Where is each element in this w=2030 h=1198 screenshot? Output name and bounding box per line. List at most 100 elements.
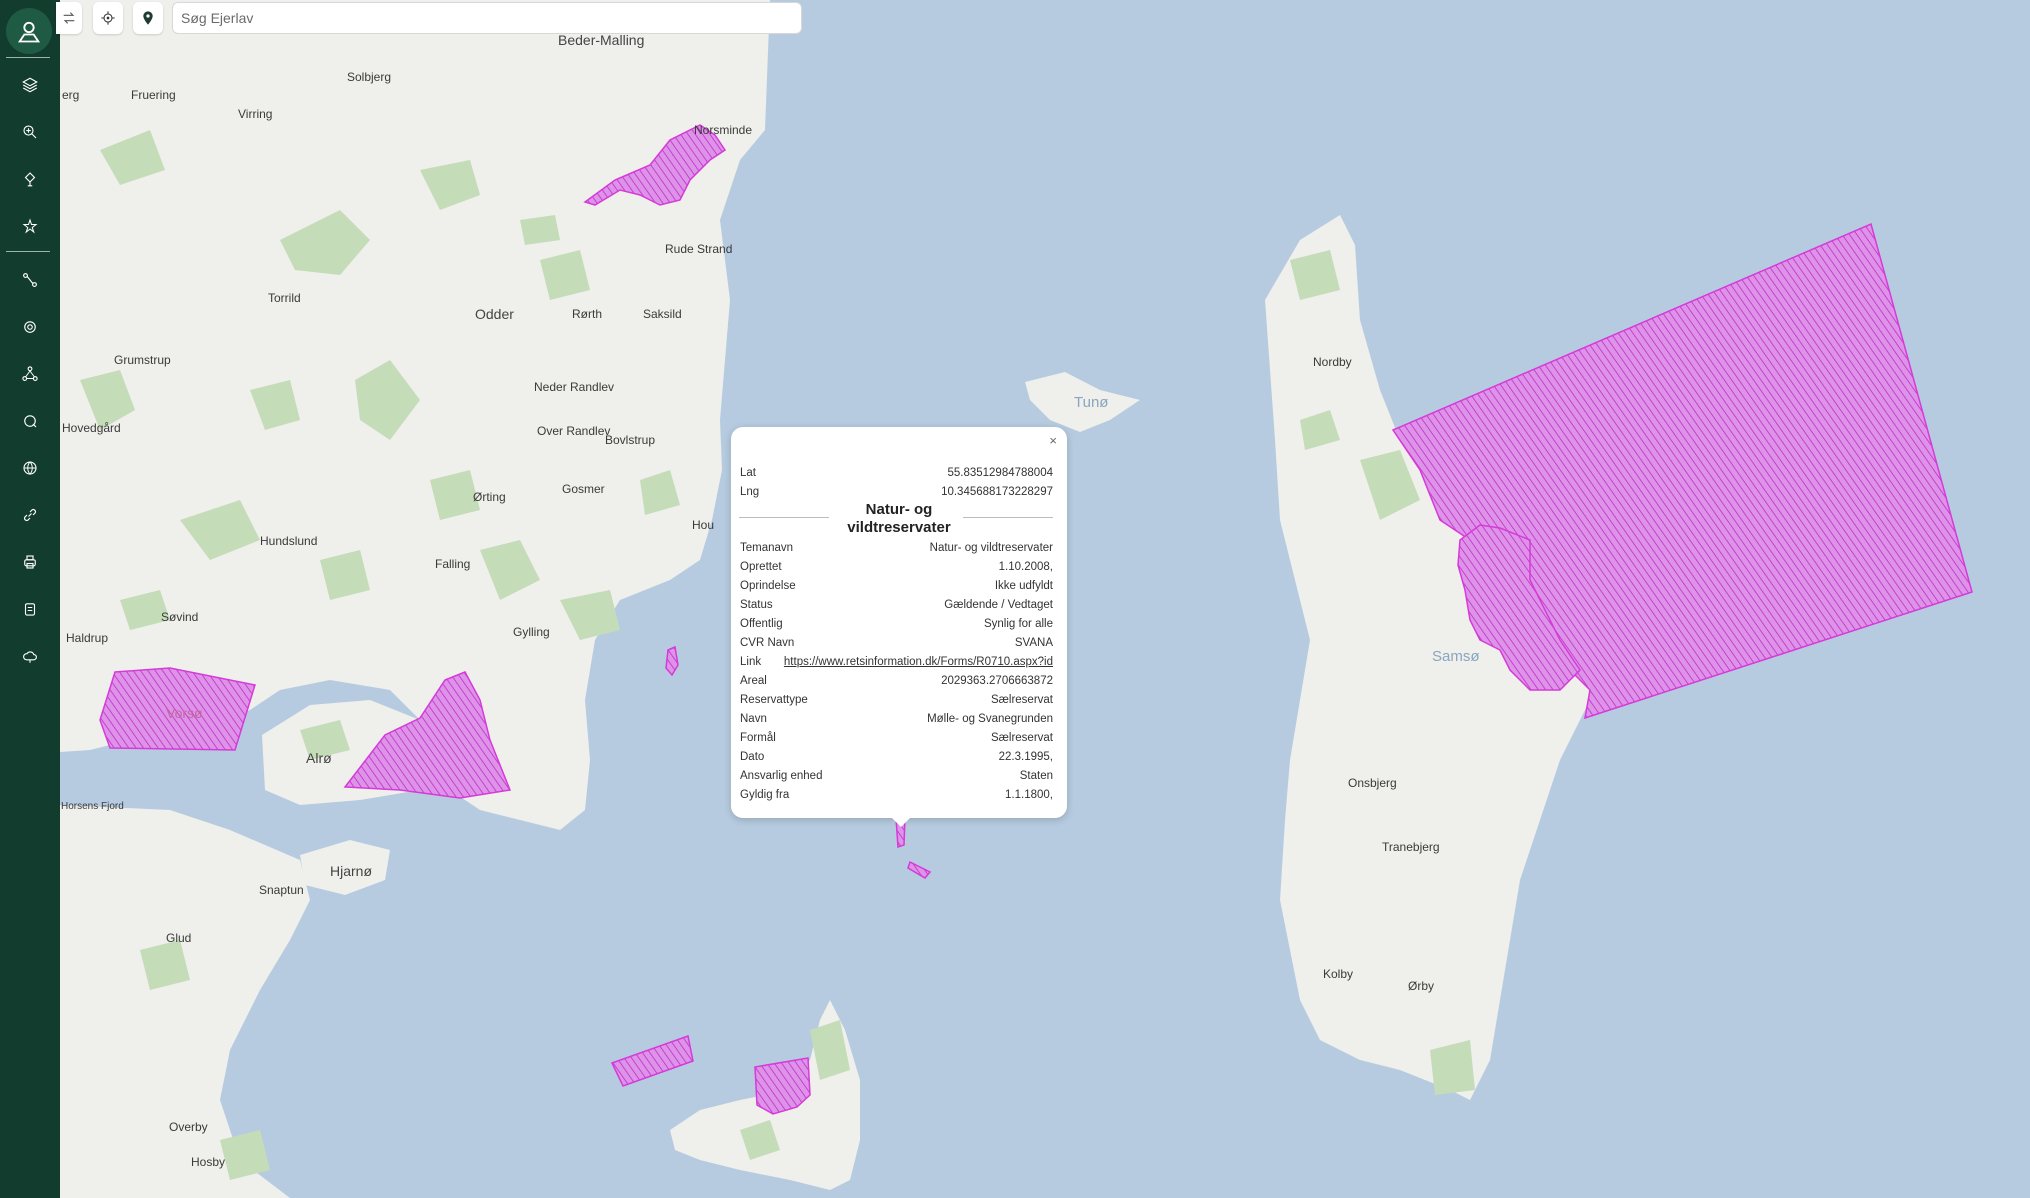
label-snaptun: Snaptun [259,883,304,897]
attr-row: Temanavn Natur- og vildtreservater [740,538,1053,557]
lng-row: Lng 10.345688173228297 [740,482,1053,501]
attr-row: Ansvarlig enhed Staten [740,766,1053,785]
map-pin-icon[interactable] [133,2,163,34]
network-icon[interactable] [14,358,46,390]
attr-key: Temanavn [740,541,794,554]
attr-key: Formål [740,731,776,744]
attr-value: Gældende / Vedtaget [944,598,1053,611]
label-virring: Virring [238,107,272,121]
collapse-arrows-icon[interactable] [56,2,82,34]
label-haldrup: Haldrup [66,631,108,645]
sidebar-divider [6,251,50,252]
attr-row: Oprindelse Ikke udfyldt [740,576,1053,595]
label-tranebjerg: Tranebjerg [1382,840,1440,854]
label-fruering: Fruering [131,88,176,102]
attr-key: Ansvarlig enhed [740,769,823,782]
label-solbjerg: Solbjerg [347,70,391,84]
label-glud: Glud [166,931,191,945]
attr-key: Areal [740,674,767,687]
label-rorth: Rørth [572,307,602,321]
attr-row: Offentlig Synlig for alle [740,614,1053,633]
label-hou: Hou [692,518,714,532]
label-orby: Ørby [1408,979,1434,993]
attr-value: Natur- og vildtreservater [929,541,1053,554]
clipboard-icon[interactable] [14,593,46,625]
star-list-icon[interactable] [14,210,46,242]
lat-label: Lat [740,466,756,479]
label-grumstrup: Grumstrup [114,353,171,367]
label-beder-malling: Beder-Malling [558,32,644,48]
popup-title-line2: vildtreservater [847,519,951,536]
label-hundslund: Hundslund [260,534,317,548]
route-icon[interactable] [14,264,46,296]
link-url[interactable]: https://www.retsinformation.dk/Forms/R07… [784,656,1053,668]
attr-key: Reservattype [740,693,808,706]
attr-key: CVR Navn [740,636,795,649]
feature-info-popup: × Lat 55.83512984788004 Lng 10.345688173… [731,427,1067,827]
label-rude-strand: Rude Strand [665,242,732,256]
label-sovind: Søvind [161,610,198,624]
attr-value: 1.10.2008, [998,560,1053,573]
label-bovlstrup: Bovlstrup [605,433,655,447]
attr-key: Gyldig fra [740,788,790,801]
printer-icon[interactable] [14,546,46,578]
link-icon[interactable] [14,499,46,531]
attr-value: Sælreservat [991,731,1053,744]
label-falling: Falling [435,557,470,571]
label-hjarno: Hjarnø [330,863,372,879]
attr-row: Navn Mølle- og Svanegrunden [740,709,1053,728]
popup-pointer [891,817,911,827]
profile-map-icon[interactable] [6,8,52,54]
attr-row: Link https://www.retsinformation.dk/Forms… [740,652,1053,671]
label-gylling: Gylling [513,625,550,639]
attr-key: Oprindelse [740,579,796,592]
label-overby: Overby [169,1120,208,1134]
zoom-search-icon[interactable] [14,116,46,148]
attr-key: Link [740,655,762,668]
attr-row: Formål Sælreservat [740,728,1053,747]
label-hosby: Hosby [191,1155,225,1169]
attr-key: Oprettet [740,560,782,573]
attr-value: Ikke udfyldt [994,579,1053,592]
label-neder-randlev: Neder Randlev [534,380,614,394]
lng-label: Lng [740,485,760,498]
attr-value: 22.3.1995, [998,750,1053,763]
attr-key: Navn [740,712,767,725]
attr-row: Areal 2029363.2706663872 [740,671,1053,690]
layers-icon[interactable] [14,69,46,101]
label-hovedgaard: Hovedgård [62,421,121,435]
lat-value: 55.83512984788004 [947,466,1053,479]
cloud-icon[interactable] [14,640,46,672]
close-icon[interactable]: × [1049,433,1057,448]
attr-key: Offentlig [740,617,783,630]
label-nordby: Nordby [1313,355,1352,369]
label-horsens-fjord: Horsens Fjord [61,801,124,812]
label-alro: Alrø [306,750,332,766]
attr-row: CVR Navn SVANA [740,633,1053,652]
attr-value: Mølle- og Svanegrunden [927,712,1053,725]
target-icon[interactable] [14,311,46,343]
lat-row: Lat 55.83512984788004 [740,463,1053,482]
label-erg: erg [62,88,79,102]
attr-value: Sælreservat [991,693,1053,706]
location-search-icon[interactable] [14,405,46,437]
label-tuno: Tunø [1074,394,1108,411]
label-onsbjerg: Onsbjerg [1348,776,1397,790]
label-torrild: Torrild [268,291,301,305]
attr-row: Dato 22.3.1995, [740,747,1053,766]
drone-icon[interactable] [14,163,46,195]
attr-value: 1.1.1800, [1005,788,1053,801]
popup-title-line1: Natur- og [865,501,933,518]
sidebar-divider [6,57,50,58]
sidebar [0,0,60,1198]
label-saksild: Saksild [643,307,682,321]
globe-icon[interactable] [14,452,46,484]
attr-row: Oprettet 1.10.2008, [740,557,1053,576]
attr-value: Synlig for alle [983,617,1053,630]
attr-key: Status [740,598,773,611]
label-odder: Odder [475,306,514,322]
attr-value: 2029363.2706663872 [941,674,1053,687]
search-input[interactable] [172,2,802,34]
popup-title: Natur- og vildtreservater [731,501,1067,537]
crosshair-icon[interactable] [93,2,123,34]
